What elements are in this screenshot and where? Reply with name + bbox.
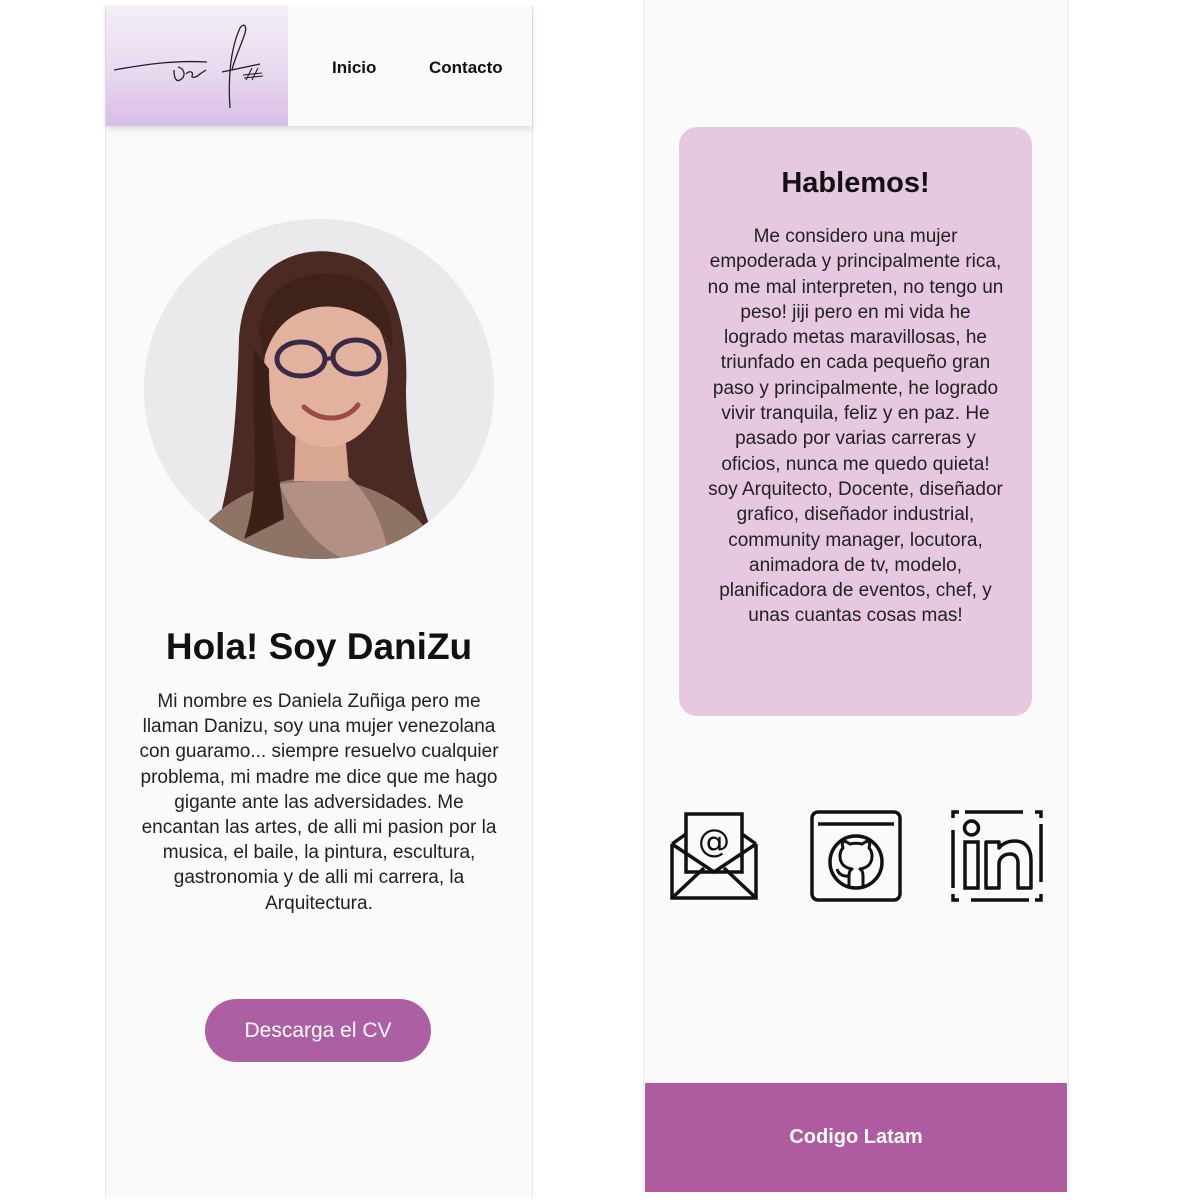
signature-logo[interactable] <box>106 6 288 126</box>
download-cv-button[interactable]: Descarga el CV <box>205 999 431 1062</box>
signature-logo-image <box>113 24 264 109</box>
hero-title: Hola! Soy DaniZu <box>165 626 473 667</box>
right-panel: Hablemos! Me considero una mujer empoder… <box>643 0 1069 1192</box>
nav-link-contacto[interactable]: Contacto <box>429 58 503 78</box>
email-icon: @ <box>670 812 758 900</box>
contact-text: Me considero una mujer empoderada y prin… <box>707 226 1004 627</box>
site-footer: Codigo Latam <box>645 1083 1067 1192</box>
left-panel: Inicio Contacto Hola! Soy DaniZu Mi nomb… <box>105 6 533 1198</box>
email-link[interactable]: @ <box>664 806 764 906</box>
nav-link-inicio[interactable]: Inicio <box>332 58 376 78</box>
hero-bio: Mi nombre es Daniela Zuñiga pero me llam… <box>139 691 499 914</box>
profile-photo <box>144 219 494 559</box>
contact-card: Hablemos! Me considero una mujer empoder… <box>679 127 1032 716</box>
linkedin-link[interactable] <box>947 806 1047 906</box>
footer-text: Codigo Latam <box>789 1126 923 1148</box>
github-icon <box>810 810 902 902</box>
github-link[interactable] <box>806 806 906 906</box>
contact-title: Hablemos! <box>781 167 930 199</box>
svg-text:@: @ <box>698 822 730 860</box>
linkedin-icon <box>951 810 1043 902</box>
site-header: Inicio Contacto <box>106 6 532 126</box>
